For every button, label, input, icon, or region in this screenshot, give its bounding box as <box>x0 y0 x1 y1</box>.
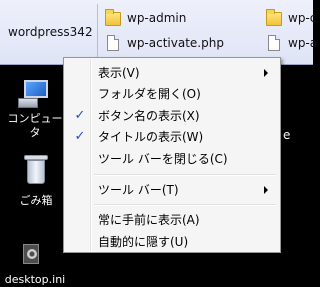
file-icon <box>107 35 119 51</box>
settings-file-icon[interactable] <box>20 244 42 266</box>
menu-item-close-toolbar[interactable]: ツール バーを閉じる(C) <box>66 147 278 169</box>
desktop-partial-label: e <box>283 128 291 142</box>
menu-item-show-title[interactable]: ✓ タイトルの表示(W) <box>66 125 278 147</box>
toolbar-divider <box>97 4 98 60</box>
menu-item-view[interactable]: 表示(V) <box>66 61 278 83</box>
toolbar-item-label: wp-c <box>288 11 317 25</box>
folder-icon <box>105 9 121 26</box>
file-icon <box>268 35 280 51</box>
toolbar-item-label: wp-a <box>288 36 318 50</box>
menu-item-toolbars[interactable]: ツール バー(T) <box>66 178 278 200</box>
menu-item-show-text[interactable]: ✓ ボタン名の表示(X) <box>66 104 278 126</box>
toolbar-title: wordpress342 <box>8 25 93 39</box>
toolbar-item-wp-activate[interactable]: wp-activate.php <box>105 33 224 53</box>
menu-item-open-folder[interactable]: フォルダを開く(O) <box>66 82 278 104</box>
recycle-bin-icon[interactable] <box>24 155 48 185</box>
toolbar-context-menu: 表示(V) フォルダを開く(O) ✓ ボタン名の表示(X) ✓ タイトルの表示(… <box>63 57 281 253</box>
toolbar-item-wp-admin[interactable]: wp-admin <box>105 8 186 28</box>
computer-icon[interactable] <box>18 80 52 108</box>
toolbar-item-wp-c[interactable]: wp-c <box>266 8 316 28</box>
folder-icon <box>266 9 282 26</box>
menu-item-auto-hide[interactable]: 自動的に隠す(U) <box>66 230 278 252</box>
toolbar-item-label: wp-activate.php <box>127 36 224 50</box>
desktop-icon-recycle-bin-label[interactable]: ごみ箱 <box>6 194 66 208</box>
quick-launch-toolbar: wordpress342 wp-admin wp-c wp-activate.p… <box>0 0 317 65</box>
menu-separator <box>94 204 276 206</box>
checkmark-icon: ✓ <box>74 107 86 123</box>
submenu-arrow-icon <box>264 186 268 194</box>
menu-item-always-on-top[interactable]: 常に手前に表示(A) <box>66 208 278 230</box>
desktop-icon-desktop-ini-label[interactable]: desktop.ini <box>0 273 70 287</box>
toolbar-item-label: wp-admin <box>127 11 187 25</box>
checkmark-icon: ✓ <box>74 128 86 144</box>
menu-separator <box>94 174 276 176</box>
toolbar-item-wp-a[interactable]: wp-a <box>266 33 317 53</box>
desktop-icon-computer-label[interactable]: コンピュー タ <box>2 112 68 140</box>
submenu-arrow-icon <box>264 69 268 77</box>
